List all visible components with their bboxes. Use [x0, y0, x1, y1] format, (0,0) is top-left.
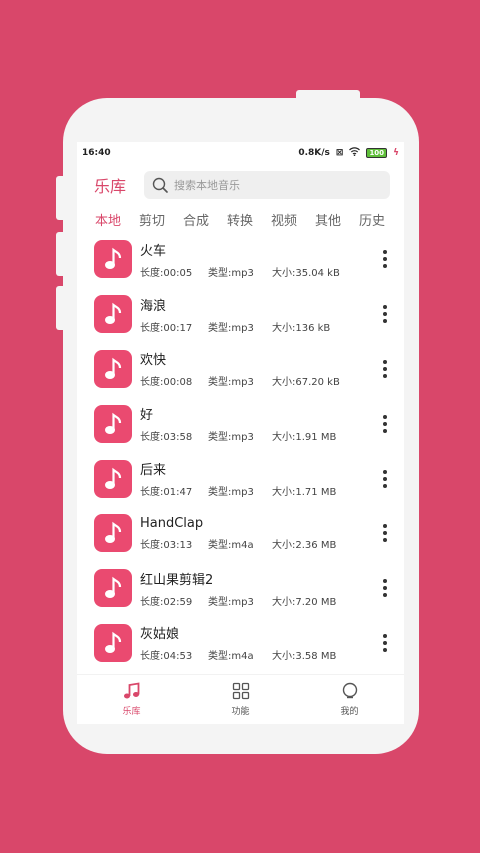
song-name: 海浪	[140, 298, 167, 314]
list-item[interactable]: 海浪 长度:00:17 类型:mp3 大小:136 kB	[77, 287, 404, 342]
song-length: 长度:00:08	[140, 377, 193, 389]
list-item[interactable]: 后来 长度:01:47 类型:mp3 大小:1.71 MB	[77, 451, 404, 506]
app-screen: 16:40 0.8K/s ⊠ 100 ϟ 乐库 搜索本地音乐 本地 剪切 合成 …	[77, 142, 404, 724]
header: 乐库 搜索本地音乐	[77, 164, 404, 206]
song-length: 长度:02:59	[140, 596, 193, 608]
profile-icon	[342, 682, 357, 699]
sim-icon: ⊠	[335, 148, 344, 158]
tab-other[interactable]: 其他	[315, 210, 359, 229]
page-title: 乐库	[94, 177, 127, 196]
song-list: 火车 长度:00:05 类型:mp3 大小:35.04 kB 海浪 长度:00:17…	[77, 232, 404, 670]
nav-profile[interactable]: 我的	[295, 675, 404, 724]
more-options-icon[interactable]	[380, 469, 390, 488]
song-size: 大小:3.58 MB	[272, 651, 337, 663]
music-note-icon	[94, 459, 132, 498]
tab-merge[interactable]: 合成	[183, 210, 227, 229]
song-type: 类型:mp3	[208, 377, 254, 389]
song-name: 灰姑娘	[140, 627, 180, 643]
song-size: 大小:136 kB	[272, 322, 331, 334]
more-options-icon[interactable]	[380, 250, 390, 269]
list-item[interactable]: HandClap 长度:03:13 类型:m4a 大小:2.36 MB	[77, 506, 404, 561]
music-note-icon	[94, 569, 132, 608]
music-note-icon	[94, 623, 132, 662]
nav-library[interactable]: 乐库	[77, 675, 186, 724]
song-type: 类型:mp3	[208, 596, 254, 608]
song-length: 长度:00:05	[140, 267, 193, 279]
list-item[interactable]: 火车 长度:00:05 类型:mp3 大小:35.04 kB	[77, 232, 404, 287]
music-note-icon	[94, 240, 132, 279]
song-length: 长度:01:47	[140, 487, 193, 499]
status-bar: 16:40 0.8K/s ⊠ 100 ϟ	[77, 142, 404, 164]
nav-functions-label: 功能	[231, 707, 250, 717]
music-note-icon	[94, 295, 132, 334]
bottom-nav: 乐库 功能 我的	[77, 674, 404, 724]
music-note-icon	[94, 404, 132, 443]
song-length: 长度:03:13	[140, 539, 193, 551]
music-note-icon	[94, 514, 132, 553]
song-name: 红山果剪辑2	[140, 572, 214, 588]
tab-video[interactable]: 视频	[271, 210, 315, 229]
song-type: 类型:mp3	[208, 267, 254, 279]
song-size: 大小:2.36 MB	[272, 539, 337, 551]
wifi-icon	[349, 147, 361, 159]
song-type: 类型:mp3	[208, 322, 254, 334]
song-name: 后来	[140, 463, 167, 479]
search-placeholder: 搜索本地音乐	[174, 179, 240, 192]
list-item[interactable]: 好 长度:03:58 类型:mp3 大小:1.91 MB	[77, 396, 404, 451]
network-speed: 0.8K/s	[298, 148, 330, 158]
search-icon	[152, 177, 168, 193]
song-type: 类型:m4a	[208, 539, 254, 551]
more-options-icon[interactable]	[380, 305, 390, 324]
more-options-icon[interactable]	[380, 414, 390, 433]
nav-functions[interactable]: 功能	[186, 675, 295, 724]
song-name: 火车	[140, 243, 167, 259]
song-size: 大小:1.91 MB	[272, 432, 337, 444]
song-name: HandClap	[140, 515, 204, 531]
song-size: 大小:35.04 kB	[272, 267, 340, 279]
song-type: 类型:m4a	[208, 651, 254, 663]
grid-icon	[232, 682, 249, 700]
music-note-icon	[94, 349, 132, 388]
song-length: 长度:00:17	[140, 322, 193, 334]
search-input[interactable]: 搜索本地音乐	[144, 171, 390, 199]
more-options-icon[interactable]	[380, 359, 390, 378]
song-type: 类型:mp3	[208, 432, 254, 444]
list-item[interactable]: 灰姑娘 长度:04:53 类型:m4a 大小:3.58 MB	[77, 616, 404, 671]
tab-cut[interactable]: 剪切	[139, 210, 183, 229]
song-size: 大小:67.20 kB	[272, 377, 340, 389]
charging-icon: ϟ	[393, 148, 399, 158]
song-type: 类型:mp3	[208, 487, 254, 499]
more-options-icon[interactable]	[380, 579, 390, 598]
song-length: 长度:04:53	[140, 651, 193, 663]
status-time: 16:40	[82, 148, 111, 158]
nav-library-label: 乐库	[122, 707, 141, 717]
list-item[interactable]: 红山果剪辑2 长度:02:59 类型:mp3 大小:7.20 MB	[77, 561, 404, 616]
more-options-icon[interactable]	[380, 633, 390, 652]
song-size: 大小:7.20 MB	[272, 596, 337, 608]
song-size: 大小:1.71 MB	[272, 487, 337, 499]
tab-local[interactable]: 本地	[95, 210, 139, 229]
nav-profile-label: 我的	[340, 707, 359, 717]
song-name: 好	[140, 408, 154, 424]
list-item[interactable]: 欢快 长度:00:08 类型:mp3 大小:67.20 kB	[77, 342, 404, 397]
tab-bar: 本地 剪切 合成 转换 视频 其他 历史	[77, 206, 404, 232]
tab-history[interactable]: 历史	[359, 210, 403, 229]
song-length: 长度:03:58	[140, 432, 193, 444]
more-options-icon[interactable]	[380, 524, 390, 543]
music-note-icon	[123, 682, 139, 699]
song-name: 欢快	[140, 353, 167, 369]
tab-convert[interactable]: 转换	[227, 210, 271, 229]
battery-icon: 100	[366, 148, 388, 158]
